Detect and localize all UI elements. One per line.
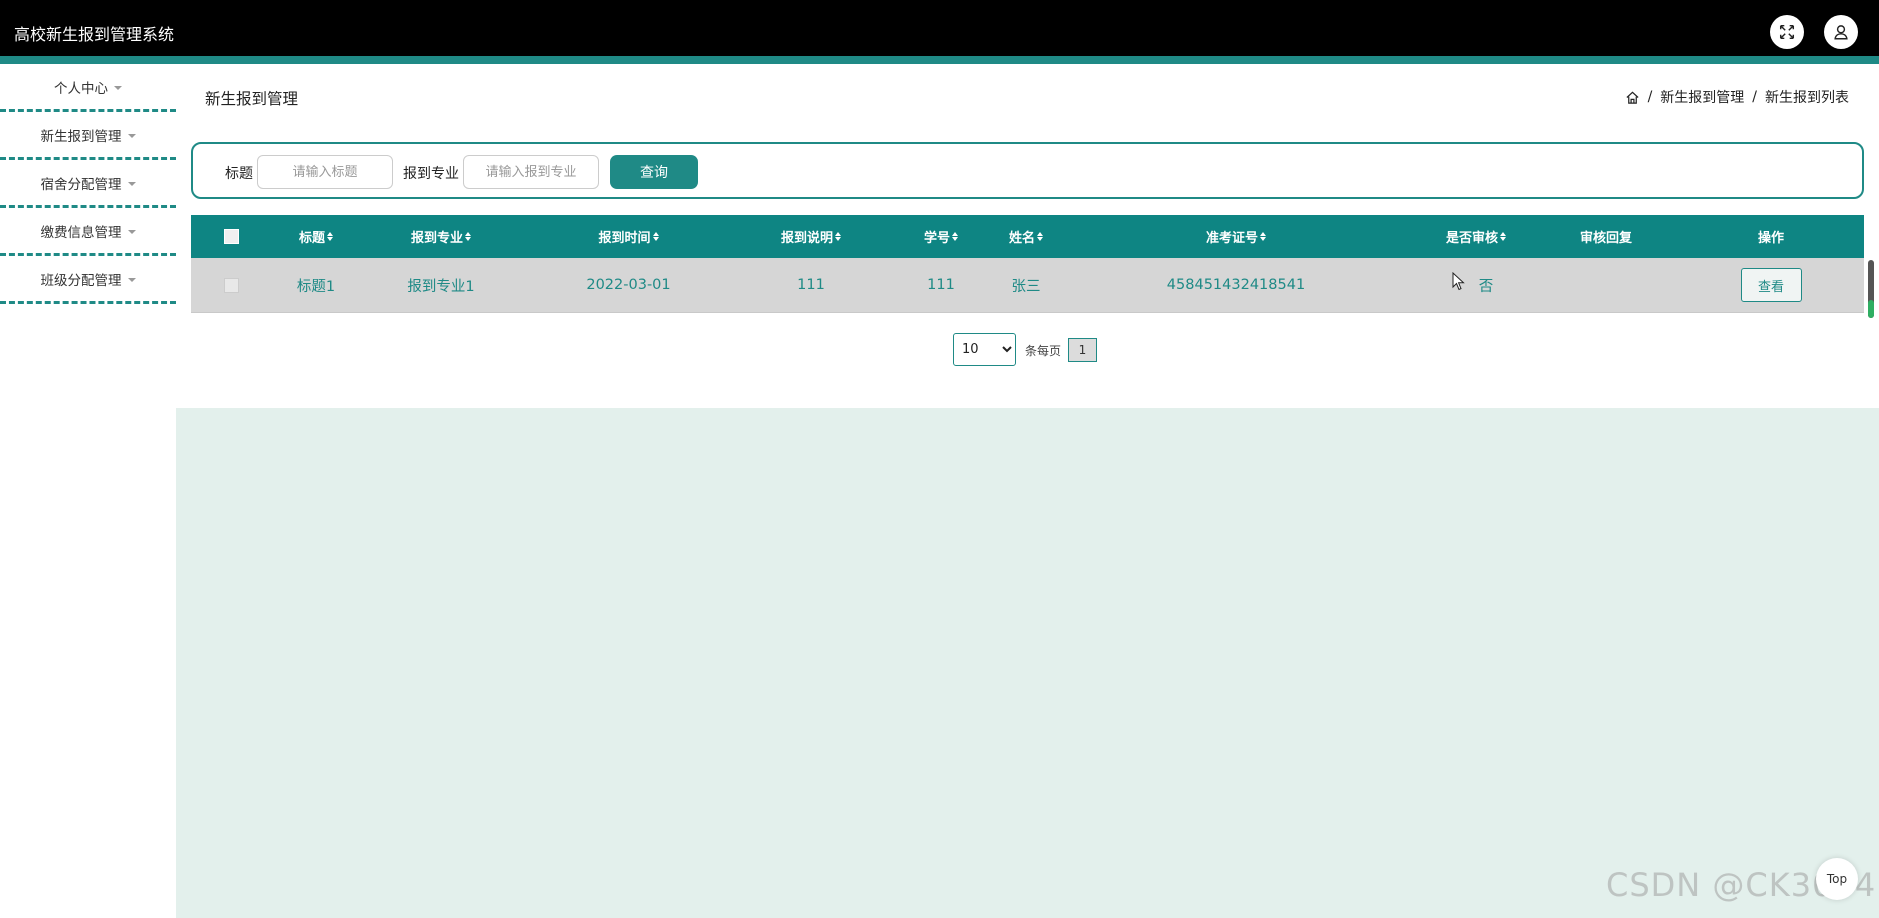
- sidebar-item-label: 新生报到管理: [40, 128, 122, 145]
- top-header: 高校新生报到管理系统: [0, 0, 1879, 56]
- sidebar-item-dormitory[interactable]: 宿舍分配管理: [0, 160, 176, 208]
- major-search-input[interactable]: [463, 155, 599, 189]
- sidebar-item-payment[interactable]: 缴费信息管理: [0, 208, 176, 256]
- sort-icon: [652, 232, 659, 241]
- user-menu-button[interactable]: [1824, 15, 1858, 49]
- cell-description: 111: [797, 277, 825, 293]
- column-header-exam-no[interactable]: 准考证号: [1191, 215, 1281, 258]
- mouse-cursor-icon: [1452, 272, 1465, 291]
- column-header-action: 操作: [1721, 215, 1821, 258]
- cell-time: 2022-03-01: [586, 277, 671, 293]
- column-header-label: 是否审核: [1445, 231, 1498, 246]
- view-button[interactable]: 查看: [1740, 268, 1802, 302]
- caret-down-icon: [127, 181, 136, 186]
- user-icon: [1834, 25, 1848, 40]
- sort-icon: [1260, 232, 1266, 241]
- sort-icon: [1500, 232, 1506, 241]
- column-header-label: 准考证号: [1205, 231, 1258, 246]
- sidebar-item-label: 缴费信息管理: [40, 224, 122, 241]
- page-number-button[interactable]: 1: [1068, 338, 1097, 362]
- sidebar-item-class[interactable]: 班级分配管理: [0, 256, 176, 304]
- header-accent-stripe: [0, 56, 1879, 64]
- sidebar: 个人中心 新生报到管理 宿舍分配管理 缴费信息管理 班级分配管理: [0, 64, 176, 918]
- sort-icon: [327, 232, 333, 241]
- column-header-label: 审核回复: [1579, 231, 1632, 246]
- column-header-label: 学号: [923, 231, 950, 246]
- registration-table: 标题 报到专业 报到时间 报到说明 学号 姓名 准考证号 是否审核 审核回复 操…: [191, 215, 1864, 313]
- title-search-label: 标题: [225, 166, 253, 182]
- sidebar-item-label: 个人中心: [54, 80, 108, 97]
- query-button[interactable]: 查询: [610, 155, 698, 189]
- row-select-cell: [191, 258, 271, 312]
- fullscreen-icon: [1779, 24, 1795, 40]
- back-to-top-button[interactable]: Top: [1816, 858, 1858, 900]
- column-header-reply: 审核回复: [1556, 215, 1656, 258]
- sort-icon: [952, 232, 958, 241]
- sidebar-item-registration[interactable]: 新生报到管理: [0, 112, 176, 160]
- caret-down-icon: [127, 229, 136, 234]
- breadcrumb-item[interactable]: 新生报到管理: [1660, 87, 1744, 107]
- cell-name: 张三: [1011, 278, 1041, 295]
- table-header: 标题 报到专业 报到时间 报到说明 学号 姓名 准考证号 是否审核 审核回复 操…: [191, 215, 1864, 258]
- column-header-major[interactable]: 报到专业: [381, 215, 501, 258]
- content-background: [176, 408, 1879, 918]
- column-header-student-id[interactable]: 学号: [901, 215, 981, 258]
- sidebar-item-label: 班级分配管理: [40, 272, 122, 289]
- breadcrumb-item: 新生报到列表: [1765, 90, 1849, 106]
- cell-action: 查看: [1721, 258, 1821, 312]
- cell-exam-no: 458451432418541: [1166, 277, 1306, 293]
- column-header-description[interactable]: 报到说明: [751, 215, 871, 258]
- home-icon[interactable]: [1625, 90, 1640, 105]
- caret-down-icon: [127, 277, 136, 282]
- fullscreen-button[interactable]: [1770, 15, 1804, 49]
- title-search-input[interactable]: [257, 155, 393, 189]
- column-header-name[interactable]: 姓名: [991, 215, 1061, 258]
- column-header-label: 报到说明: [780, 231, 833, 246]
- breadcrumb-separator: /: [1647, 89, 1653, 105]
- cell-major: 报到专业1: [407, 278, 475, 295]
- page-size-select[interactable]: 10: [953, 333, 1016, 366]
- column-header-label: 姓名: [1008, 231, 1035, 246]
- column-header-label: 标题: [298, 231, 325, 246]
- search-panel: 标题 报到专业 查询: [191, 142, 1864, 199]
- cell-reply: [1556, 258, 1656, 312]
- page-title: 新生报到管理: [205, 90, 299, 108]
- sort-icon: [835, 232, 841, 241]
- cell-title: 标题1: [296, 278, 336, 295]
- app-title: 高校新生报到管理系统: [14, 25, 175, 44]
- column-header-title[interactable]: 标题: [271, 215, 361, 258]
- select-all-checkbox[interactable]: [223, 229, 239, 244]
- sort-icon: [1037, 232, 1043, 241]
- scrollbar-indicator: [1868, 300, 1874, 318]
- cell-student-id: 111: [927, 277, 955, 293]
- sidebar-item-personal-center[interactable]: 个人中心: [0, 64, 176, 112]
- column-header-label: 报到时间: [598, 231, 651, 246]
- select-all-cell: [191, 215, 271, 258]
- sidebar-item-label: 宿舍分配管理: [40, 176, 122, 193]
- breadcrumb: / 新生报到管理 / 新生报到列表: [1625, 87, 1849, 107]
- row-checkbox[interactable]: [223, 277, 239, 293]
- breadcrumb-separator: /: [1752, 89, 1757, 105]
- per-page-label: 条每页: [1025, 344, 1062, 358]
- caret-down-icon: [114, 85, 122, 90]
- major-search-label: 报到专业: [403, 166, 459, 182]
- sort-icon: [465, 232, 471, 241]
- column-header-time[interactable]: 报到时间: [561, 215, 696, 258]
- column-header-label: 报到专业: [410, 231, 463, 246]
- caret-down-icon: [127, 133, 136, 138]
- column-header-label: 操作: [1757, 231, 1784, 246]
- table-row: 标题1 报到专业1 2022-03-01 111 111 张三 45845143…: [191, 258, 1864, 313]
- column-header-reviewed[interactable]: 是否审核: [1421, 215, 1531, 258]
